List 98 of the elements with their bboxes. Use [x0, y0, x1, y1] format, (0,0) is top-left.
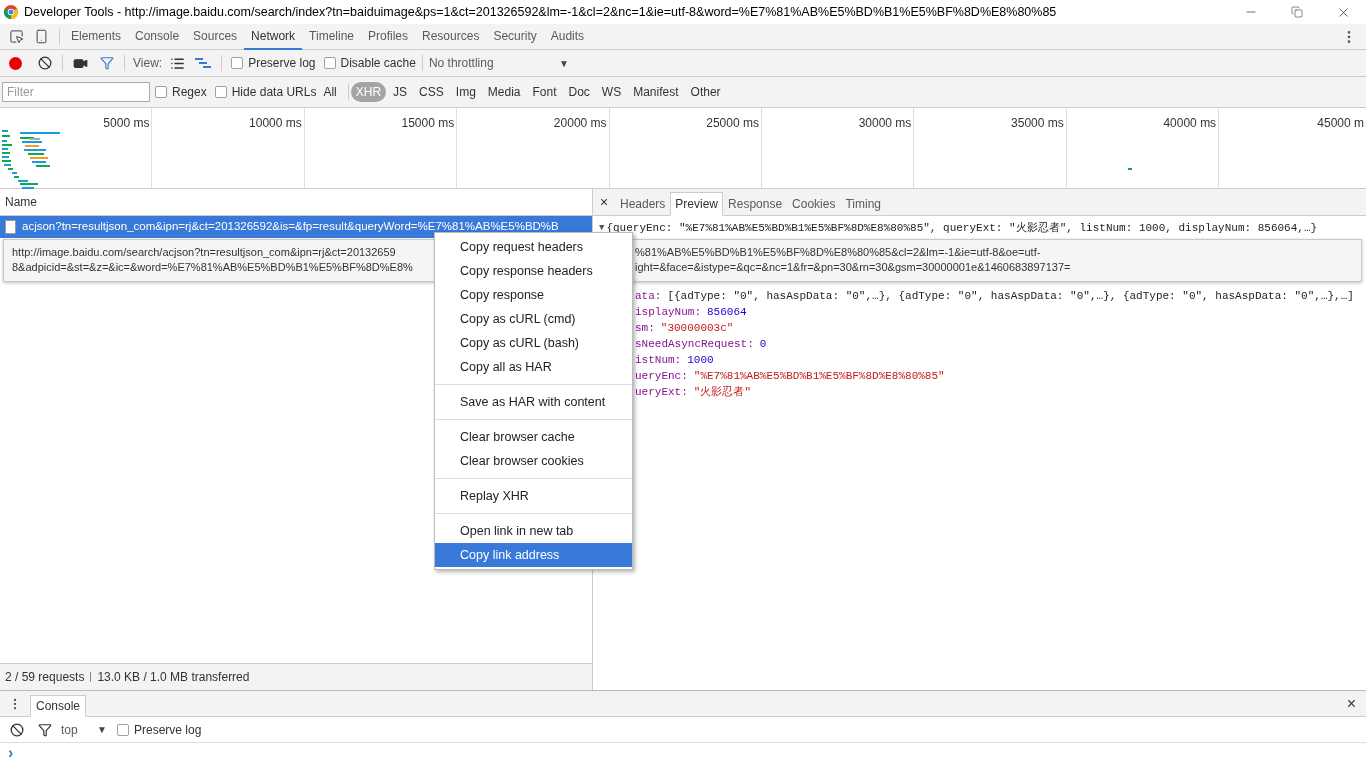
- expand-arrow[interactable]: ▼: [599, 220, 605, 236]
- preserve-log-checkbox[interactable]: [231, 57, 244, 69]
- browser-logo-icon: [4, 5, 18, 19]
- menu-item[interactable]: Clear browser cache: [435, 425, 632, 449]
- device-icon[interactable]: [34, 29, 49, 44]
- console-tab[interactable]: Console: [30, 695, 87, 717]
- time-tick-label: 5000 ms: [103, 115, 150, 132]
- inspect-icon[interactable]: [9, 29, 24, 44]
- menu-item[interactable]: Replay XHR: [435, 484, 632, 508]
- detail-tab[interactable]: Timing: [840, 192, 886, 216]
- file-icon: [5, 220, 16, 234]
- filter-field[interactable]: Filter: [2, 82, 150, 102]
- console-prompt[interactable]: ›: [8, 743, 14, 763]
- property-value: 0: [759, 337, 767, 352]
- request-count: 2 / 59 requests: [5, 669, 85, 686]
- preview-summary: {queryEnc: "%E7%81%AB%E5%BD%B1%E5%BF%8D%E8%80%85", queryExt: "火影忍者", listNum: 1000, displayNum: 856064,…}: [606, 221, 1318, 236]
- view-label: View:: [133, 55, 163, 72]
- menu-item[interactable]: Clear browser cookies: [435, 449, 632, 473]
- context-dropdown[interactable]: top ▼: [61, 720, 107, 739]
- property-key: istNum:: [635, 352, 682, 368]
- request-name: acjson?tn=resultjson_com&ipn=rj&ct=201326592&is=&fp=result&queryWord=%E7%81%AB%E5%BD%B: [22, 219, 559, 235]
- panel-tab[interactable]: Elements: [64, 23, 129, 50]
- detail-tab[interactable]: Response: [723, 192, 788, 216]
- close-drawer-button[interactable]: ×: [1346, 695, 1356, 712]
- property-value: 856064: [707, 305, 747, 320]
- type-filter[interactable]: CSS: [414, 82, 449, 102]
- menu-item[interactable]: Save as HAR with content: [435, 390, 632, 414]
- record-button[interactable]: [9, 56, 22, 70]
- property-value: "%E7%81%AB%E5%BD%B1%E5%BF%8D%E8%80%85": [693, 369, 945, 384]
- time-tick-label: 45000 m: [1317, 115, 1364, 132]
- tooltip-text: ight=&face=&istype=&qc=&nc=1&fr=&pn=30&rn=30&gsm=30000001e&1460683897137=: [635, 260, 1071, 275]
- checkbox-label: Hide data URLs: [231, 84, 317, 101]
- property-value: "30000003c": [660, 321, 734, 336]
- checkbox-label: Preserve log: [134, 721, 202, 739]
- tooltip-text: http://image.baidu.com/search/acjson?tn=resultjson_com&ipn=rj&ct=20132659: [12, 245, 396, 260]
- tooltip-text: 8&adpicid=&st=&z=&ic=&word=%E7%81%AB%E5%BD%B1%E5%BF%8D%E8%: [12, 260, 413, 275]
- menu-item[interactable]: Copy as cURL (cmd): [435, 307, 632, 331]
- property-key: sNeedAsyncRequest:: [635, 336, 754, 352]
- menu-item[interactable]: Open link in new tab: [435, 519, 632, 543]
- time-tick-label: 20000 ms: [553, 115, 607, 132]
- type-filter[interactable]: WS: [596, 82, 627, 102]
- type-filter[interactable]: Doc: [563, 82, 595, 102]
- panel-tab[interactable]: Timeline: [302, 23, 361, 50]
- type-filter[interactable]: Manifest: [628, 82, 684, 102]
- time-tick-label: 10000 ms: [249, 115, 302, 132]
- preserve-log-checkbox[interactable]: [117, 723, 129, 736]
- transferred-size: 13.0 KB / 1.0 MB transferred: [97, 669, 250, 686]
- clear-console-icon[interactable]: [10, 722, 24, 737]
- panel-tab[interactable]: Audits: [543, 23, 592, 50]
- waterfall-icon[interactable]: [195, 57, 212, 69]
- type-filter[interactable]: Media: [482, 82, 526, 102]
- clear-icon[interactable]: [38, 56, 52, 70]
- menu-item[interactable]: Copy all as HAR: [435, 355, 632, 379]
- checkbox-label: Preserve log: [248, 55, 316, 72]
- menu-item[interactable]: Copy request headers: [435, 235, 632, 259]
- window-title: Developer Tools - http://image.baidu.com/search/index?tn=baiduimage&ps=1&ct=201326592&lm=-1&cl=2&nc=1&ie=utf-8&word=%E7%81%AB%E5%BD%B1%E5%BF%8D%E8%80%85: [24, 3, 1057, 21]
- time-tick-label: 40000 ms: [1163, 115, 1217, 132]
- menu-item[interactable]: Copy link address: [435, 543, 632, 567]
- hide-data-urls-checkbox[interactable]: [214, 86, 227, 98]
- close-detail-button[interactable]: ×: [593, 189, 615, 215]
- tooltip-text: %81%AB%E5%BD%B1%E5%BF%8D%E8%80%85&cl=2&lm=-1&ie=utf-8&oe=utf-: [635, 245, 1041, 260]
- time-tick-label: 35000 ms: [1011, 115, 1064, 132]
- detail-tab[interactable]: Preview: [670, 192, 724, 216]
- type-filter[interactable]: All: [318, 82, 342, 102]
- checkbox-label: Regex: [172, 84, 207, 101]
- property-key: isplayNum:: [635, 304, 701, 320]
- disable-cache-checkbox[interactable]: [323, 57, 336, 69]
- property-key: ueryExt:: [635, 384, 688, 400]
- property-key: ueryEnc:: [635, 368, 688, 384]
- property-value: [{adType: "0", hasAspData: "0",…}, {adType: "0", hasAspData: "0",…}, {adType: "0", hasAspData: "0",…},…]: [667, 289, 1354, 304]
- request-row[interactable]: acjson?tn=resultjson_com&ipn=rj&ct=201326592&is=&fp=result&queryWord=%E7%81%AB%E5%BD%B: [0, 216, 592, 238]
- panel-tab[interactable]: Profiles: [361, 23, 416, 50]
- time-tick-label: 25000 ms: [706, 115, 759, 132]
- detail-tab[interactable]: Headers: [615, 192, 671, 216]
- panel-tab[interactable]: Console: [128, 23, 187, 50]
- menu-item[interactable]: Copy as cURL (bash): [435, 331, 632, 355]
- menu-item[interactable]: Copy response headers: [435, 259, 632, 283]
- time-tick-label: 30000 ms: [858, 115, 912, 132]
- detail-tab[interactable]: Cookies: [787, 192, 841, 216]
- property-key: ata:: [635, 288, 662, 304]
- list-icon[interactable]: [170, 55, 186, 71]
- name-column-header[interactable]: Name: [5, 193, 37, 211]
- property-key: sm:: [635, 320, 655, 336]
- menu-item[interactable]: Copy response: [435, 283, 632, 307]
- type-filter[interactable]: Img: [450, 82, 481, 102]
- throttling-dropdown[interactable]: No throttling ▼: [428, 54, 569, 72]
- panel-tab[interactable]: Resources: [415, 23, 487, 50]
- type-filter[interactable]: JS: [388, 82, 413, 102]
- type-filter[interactable]: Other: [685, 82, 726, 102]
- time-tick-label: 15000 ms: [401, 115, 455, 132]
- panel-tab[interactable]: Security: [486, 23, 544, 50]
- filter-icon[interactable]: [38, 722, 52, 737]
- type-filter[interactable]: Font: [527, 82, 562, 102]
- checkbox-label: Disable cache: [340, 55, 416, 72]
- property-value: "火影忍者": [693, 385, 751, 400]
- panel-tab[interactable]: Sources: [186, 23, 245, 50]
- property-value: 1000: [687, 353, 714, 368]
- regex-checkbox[interactable]: [155, 86, 167, 98]
